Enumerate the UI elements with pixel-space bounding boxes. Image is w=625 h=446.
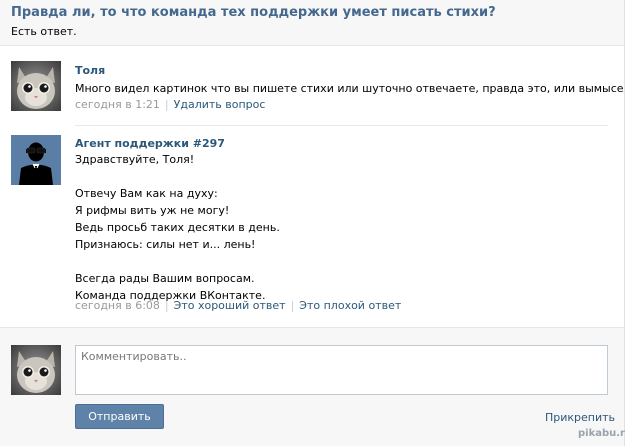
meta-separator: | (164, 98, 169, 111)
post-text: Много видел картинок что вы пишете стихи… (75, 80, 625, 97)
vk-support-page: Правда ли, то что команда тех поддержки … (0, 0, 625, 446)
post-text-line (75, 253, 280, 270)
post-divider (75, 125, 608, 126)
cat-avatar-image (11, 345, 61, 395)
answer-post: Агент поддержки #297 Здравствуйте, Толя!… (0, 127, 625, 327)
post-text-line: Много видел картинок что вы пишете стихи… (75, 82, 625, 95)
question-status: Есть ответ. (11, 25, 77, 38)
post-time: сегодня в 6:08 (75, 299, 160, 312)
meta-separator: | (290, 299, 295, 312)
post-text-line: Всегда рады Вашим вопросам. (75, 272, 255, 285)
question-header: Правда ли, то что команда тех поддержки … (0, 0, 625, 46)
post-text-line: Признаюсь: силы нет и... лень! (75, 238, 256, 251)
reply-area: Отправить Прикрепить (0, 327, 625, 446)
post-meta: сегодня в 1:21 | Удалить вопрос (75, 98, 265, 111)
comment-input[interactable] (75, 345, 608, 395)
post-meta: сегодня в 6:08 | Это хороший ответ | Это пло… (75, 299, 401, 312)
post-text-line: Отвечу Вам как на духу: (75, 187, 218, 200)
post-time: сегодня в 1:21 (75, 98, 160, 111)
meta-separator: | (164, 299, 169, 312)
send-button[interactable]: Отправить (75, 404, 164, 429)
cat-avatar-image (11, 61, 61, 111)
question-title: Правда ли, то что команда тех поддержки … (11, 5, 496, 20)
post-text-line (75, 168, 280, 185)
question-post: Толя Много видел картинок что вы пишете … (0, 46, 625, 126)
post-author[interactable]: Толя (75, 64, 105, 77)
post-text: Здравствуйте, Толя! Отвечу Вам как на ду… (75, 151, 280, 304)
post-author[interactable]: Агент поддержки #297 (75, 137, 225, 150)
post-text-line: Я рифмы вить уж не могу! (75, 204, 230, 217)
attach-link[interactable]: Прикрепить (545, 411, 615, 424)
bad-answer-link[interactable]: Это плохой ответ (299, 299, 401, 312)
good-answer-link[interactable]: Это хороший ответ (174, 299, 286, 312)
post-text-line: Здравствуйте, Толя! (75, 153, 195, 166)
agent-avatar-icon[interactable] (11, 135, 61, 185)
cat-avatar-icon[interactable] (11, 345, 61, 395)
cat-avatar-icon[interactable] (11, 61, 61, 111)
agent-avatar-image (11, 135, 61, 185)
delete-question-link[interactable]: Удалить вопрос (174, 98, 266, 111)
post-text-line: Ведь просьб таких десятки в день. (75, 221, 280, 234)
watermark: pikabu.ru (578, 428, 625, 439)
